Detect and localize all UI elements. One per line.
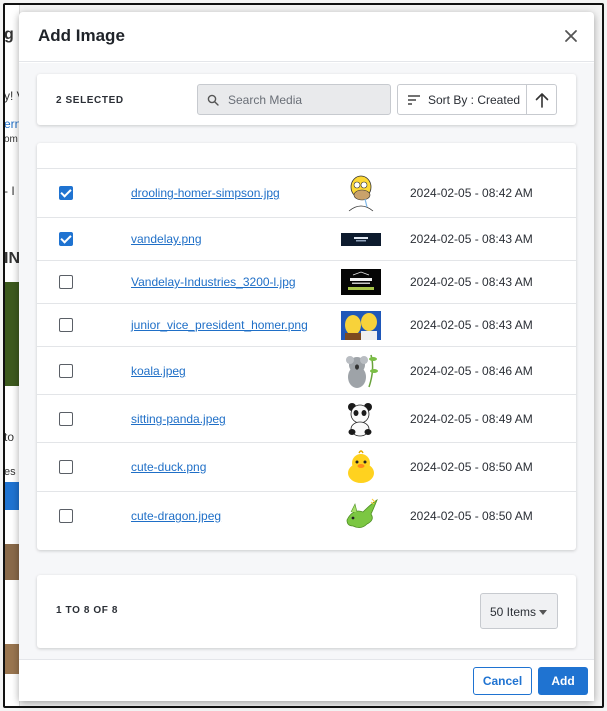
background-image [4, 644, 19, 674]
panda-thumbnail [341, 401, 381, 437]
dialog-footer: Cancel Add [19, 659, 594, 701]
table-row[interactable]: junior_vice_president_homer.png 2024-02-… [37, 304, 576, 347]
table-header [37, 143, 576, 169]
dragon-thumbnail [341, 498, 381, 532]
selected-count: 2 SELECTED [56, 95, 124, 106]
filename-link[interactable]: sitting-panda.jpeg [131, 412, 226, 426]
media-toolbar: 2 SELECTED Sort By : Created [37, 74, 576, 125]
background-fragment: IN [4, 250, 20, 267]
chevron-down-icon [539, 610, 547, 615]
background-fragment: to [4, 430, 15, 444]
sort-by-label: Sort By : Created [428, 93, 521, 107]
filename-link[interactable]: cute-dragon.jpeg [131, 509, 221, 523]
filename-link[interactable]: junior_vice_president_homer.png [131, 318, 308, 332]
background-image [4, 544, 19, 580]
row-checkbox[interactable] [59, 275, 73, 289]
table-row[interactable]: Vandelay-Industries_3200-l.jpg 2024-02-0… [37, 261, 576, 304]
sort-direction-button[interactable] [526, 84, 557, 115]
table-row[interactable]: sitting-panda.jpeg 2024-02-05 - 08:49 AM [37, 395, 576, 443]
background-image [4, 282, 19, 386]
pagination-bar: 1 TO 8 OF 8 50 Items [37, 575, 576, 648]
background-fragment: - I [4, 184, 15, 198]
homer-thumbnail [341, 173, 381, 213]
sort-lines-icon [408, 95, 420, 105]
close-icon [565, 30, 577, 42]
filename-link[interactable]: koala.jpeg [131, 364, 186, 378]
search-input[interactable] [228, 91, 383, 109]
created-date: 2024-02-05 - 08:42 AM [410, 186, 533, 200]
koala-thumbnail [341, 351, 381, 391]
background-fragment: om [4, 134, 18, 145]
filename-link[interactable]: vandelay.png [131, 232, 202, 246]
created-date: 2024-02-05 - 08:50 AM [410, 509, 533, 523]
background-fragment: ern [4, 117, 20, 131]
row-checkbox[interactable] [59, 460, 73, 474]
background-content-strip: g y! V ern om - I IN to es [4, 4, 20, 707]
row-checkbox[interactable] [59, 186, 73, 200]
dialog-title: Add Image [38, 26, 125, 45]
filename-link[interactable]: Vandelay-Industries_3200-l.jpg [131, 275, 296, 289]
created-date: 2024-02-05 - 08:49 AM [410, 412, 533, 426]
background-fragment: es [4, 466, 16, 478]
background-button [4, 482, 19, 510]
background-fragment: g [4, 26, 14, 43]
filename-link[interactable]: cute-duck.png [131, 460, 206, 474]
created-date: 2024-02-05 - 08:43 AM [410, 318, 533, 332]
row-checkbox[interactable] [59, 318, 73, 332]
add-image-dialog: Add Image 2 SELECTED Sort By : Created [19, 12, 594, 701]
filename-link[interactable]: drooling-homer-simpson.jpg [131, 186, 280, 200]
search-icon [207, 94, 219, 106]
row-checkbox[interactable] [59, 232, 73, 246]
vandelay-banner-thumbnail [341, 233, 381, 246]
table-row[interactable]: koala.jpeg 2024-02-05 - 08:46 AM [37, 347, 576, 395]
table-row[interactable]: cute-duck.png 2024-02-05 - 08:50 AM [37, 443, 576, 492]
media-table: drooling-homer-simpson.jpg 2024-02-05 - … [37, 143, 576, 550]
close-button[interactable] [562, 27, 580, 45]
pagination-range: 1 TO 8 OF 8 [56, 605, 118, 616]
cancel-button[interactable]: Cancel [473, 667, 532, 695]
homer-vp-thumbnail [341, 311, 381, 340]
row-checkbox[interactable] [59, 364, 73, 378]
row-checkbox[interactable] [59, 509, 73, 523]
created-date: 2024-02-05 - 08:50 AM [410, 460, 533, 474]
created-date: 2024-02-05 - 08:43 AM [410, 275, 533, 289]
table-row[interactable]: vandelay.png 2024-02-05 - 08:43 AM [37, 218, 576, 261]
page-size-label: 50 Items [490, 605, 537, 619]
search-box[interactable] [197, 84, 391, 115]
duck-thumbnail [341, 449, 381, 485]
created-date: 2024-02-05 - 08:43 AM [410, 232, 533, 246]
table-row[interactable]: cute-dragon.jpeg 2024-02-05 - 08:50 AM [37, 492, 576, 541]
sort-by-button[interactable]: Sort By : Created [397, 84, 527, 115]
arrow-up-icon [535, 93, 549, 108]
vandelay-logo-thumbnail [341, 269, 381, 295]
table-row[interactable]: drooling-homer-simpson.jpg 2024-02-05 - … [37, 169, 576, 218]
row-checkbox[interactable] [59, 412, 73, 426]
dialog-body: 2 SELECTED Sort By : Created drooling-ho… [19, 63, 594, 659]
add-button[interactable]: Add [538, 667, 588, 695]
page-size-select[interactable]: 50 Items [480, 593, 558, 629]
dialog-header: Add Image [19, 12, 594, 62]
created-date: 2024-02-05 - 08:46 AM [410, 364, 533, 378]
background-fragment: y! V [4, 89, 19, 103]
